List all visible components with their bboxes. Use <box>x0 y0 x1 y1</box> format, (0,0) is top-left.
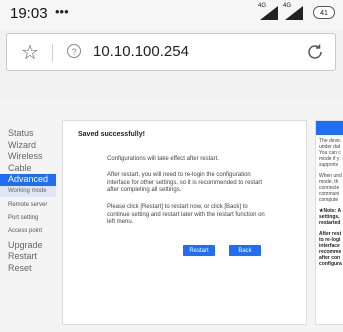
url-text[interactable]: 10.10.100.254 <box>93 43 189 60</box>
sidebar-item-advanced[interactable]: Advanced <box>0 174 56 186</box>
help-line: configura <box>319 261 342 267</box>
sidebar-item-restart[interactable]: Restart <box>0 251 56 263</box>
notification-dots-icon: ••• <box>55 4 69 19</box>
help-text: The devic under dat You can c mode if y … <box>316 135 343 267</box>
message-line: After restart, you will need to re-login… <box>107 172 251 178</box>
battery-icon: 41 <box>313 6 335 19</box>
sidebar-item-wizard[interactable]: Wizard <box>0 140 56 152</box>
status-bar: 19:03 ••• 4G 4G 41 <box>0 0 343 30</box>
message-line: continue setting and restart later with … <box>107 211 265 218</box>
status-time: 19:03 <box>10 5 48 22</box>
sidebar-subitem-working-mode[interactable]: Working mode <box>0 185 56 197</box>
router-page: Status Wizard Wireless Cable Advanced Wo… <box>0 100 343 332</box>
address-divider <box>52 44 53 62</box>
sidebar-item-wireless[interactable]: Wireless <box>0 151 56 163</box>
star-icon[interactable]: ☆ <box>21 40 39 65</box>
help-header <box>316 121 343 135</box>
sidebar-nav: Status Wizard Wireless Cable Advanced Wo… <box>0 128 56 274</box>
back-button[interactable]: Back <box>229 245 261 256</box>
sidebar-item-reset[interactable]: Reset <box>0 263 56 275</box>
reload-icon[interactable] <box>305 42 325 62</box>
signal-icon: 4G <box>258 3 278 20</box>
restart-button[interactable]: Restart <box>183 245 215 256</box>
message-line: interface for other settings, so it is r… <box>107 179 263 186</box>
sidebar-subitem-access-point[interactable]: Access point <box>0 226 56 237</box>
page-title: Saved successfully! <box>78 131 145 138</box>
signal-icon: 4G <box>283 3 303 20</box>
message-line: after completing all settings. <box>107 187 182 193</box>
help-note-line: restarted <box>319 220 341 226</box>
message-line: Please click [Restart] to restart now, o… <box>107 204 248 210</box>
info-icon[interactable]: ? <box>67 44 81 58</box>
sidebar-item-upgrade[interactable]: Upgrade <box>0 240 56 252</box>
address-bar[interactable]: ☆ ? 10.10.100.254 <box>6 33 336 71</box>
sidebar-item-status[interactable]: Status <box>0 128 56 140</box>
help-panel: The devic under dat You can c mode if y … <box>315 120 343 325</box>
sidebar-subitem-remote-server[interactable]: Remote server <box>0 200 56 211</box>
sidebar-subitem-port-setting[interactable]: Port setting <box>0 213 56 224</box>
main-panel: Saved successfully! Configurations will … <box>62 120 307 325</box>
message-line: Configurations will take effect after re… <box>107 156 219 162</box>
message-paragraph-instructions: Please click [Restart] to restart now, o… <box>107 204 267 227</box>
message-paragraph-restart-info: After restart, you will need to re-login… <box>107 172 267 195</box>
sidebar-item-cable[interactable]: Cable <box>0 163 56 175</box>
message-line: left menu. <box>107 219 134 225</box>
